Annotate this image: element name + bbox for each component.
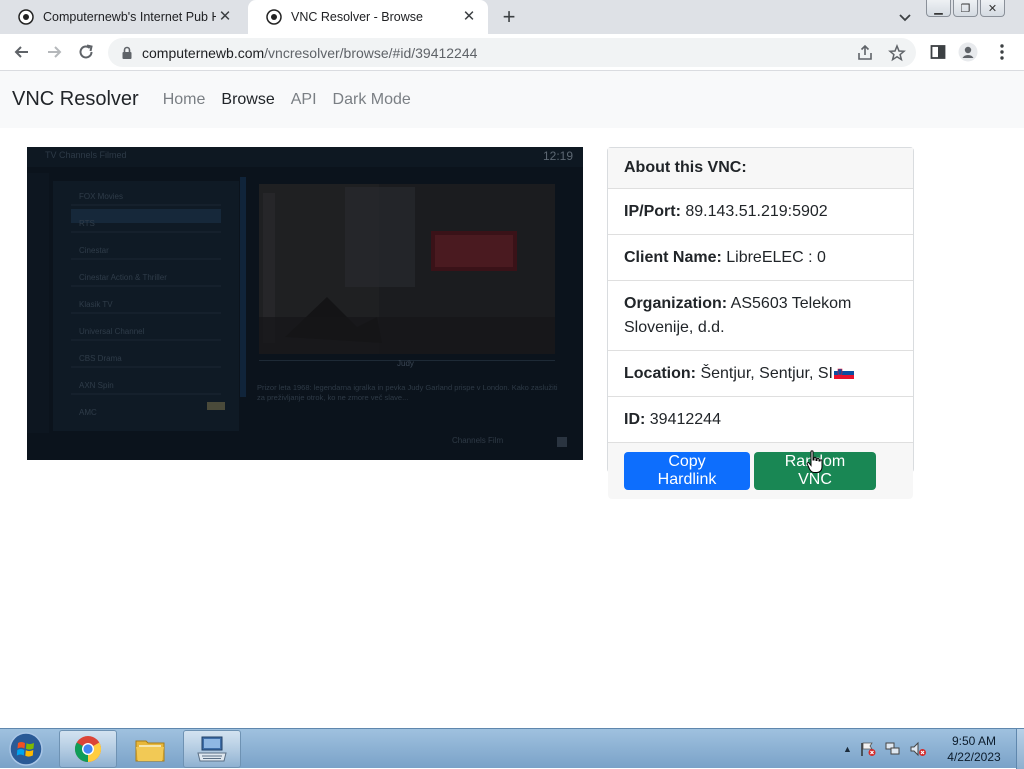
ip-port-value: 89.143.51.219:5902 [685,203,828,220]
volume-muted-icon[interactable] [909,741,927,757]
taskbar-clock[interactable]: 9:50 AM 4/22/2023 [936,733,1012,765]
taskbar-chrome[interactable] [59,730,117,768]
kodi-channel: Klasik TV [79,300,113,309]
restore-icon[interactable]: ❐ [953,0,978,17]
windows-logo-icon [9,732,43,766]
close-window-icon[interactable]: ✕ [980,0,1005,17]
organization-label: Organization: [624,295,728,312]
vnc-info-card: About this VNC: IP/Port: 89.143.51.219:5… [607,147,914,499]
clock-date: 4/22/2023 [947,750,1001,764]
nav-link-api[interactable]: API [291,91,317,109]
kodi-top-menu: TV Channels Filmed [45,150,127,160]
start-button[interactable] [6,731,46,767]
back-arrow-icon[interactable] [12,42,32,62]
slovenia-flag-icon [833,363,854,379]
nav-link-browse[interactable]: Browse [221,91,274,109]
minimize-icon[interactable]: ▁ [926,0,951,17]
location-value: Šentjur, Sentjur, SI [700,365,833,382]
address-bar[interactable]: computernewb.com/vncresolver/browse/#id/… [108,38,916,67]
location-row: Location: Šentjur, Sentjur, SI [608,351,913,397]
kodi-channel: AMC [79,408,97,417]
folder-icon [135,740,165,762]
tab-title: Computernewb's Internet Pub Hub [43,10,216,24]
hand-cursor-icon [806,450,824,474]
clock-time: 9:50 AM [951,734,997,748]
url-path: /vncresolver/browse/#id/39412244 [264,44,478,61]
site-brand[interactable]: VNC Resolver [12,88,139,111]
new-tab-plus-icon[interactable]: + [498,6,520,28]
url-text: computernewb.com/vncresolver/browse/#id/… [142,45,477,61]
show-hidden-icons-chevron-icon[interactable]: ▲ [843,744,852,754]
nav-link-home[interactable]: Home [163,91,206,109]
kodi-footer-text: Channels Film [452,436,504,445]
id-row: ID: 39412244 [608,397,913,443]
browser-toolbar: computernewb.com/vncresolver/browse/#id/… [0,34,1024,71]
kodi-channel: Universal Channel [79,327,145,336]
client-name-label: Client Name: [624,249,722,266]
kodi-program-title: Judy [397,359,414,368]
kodi-channel: Cinestar Action & Thriller [79,273,167,282]
client-name-value: LibreELEC : 0 [726,249,826,266]
close-tab-icon[interactable]: ✕ [460,8,478,26]
nav-link-dark-mode[interactable]: Dark Mode [333,91,411,109]
ip-port-label: IP/Port: [624,203,681,220]
windows-taskbar: ▲ 9:50 AM 4/22/2023 [0,728,1024,769]
keyboard-monitor-icon [197,736,227,762]
tab-title: VNC Resolver - Browse [291,10,423,24]
browser-tab-strip: Computernewb's Internet Pub Hub ✕ VNC Re… [0,0,1024,34]
kodi-channel: Cinestar [79,246,109,255]
ip-port-row: IP/Port: 89.143.51.219:5902 [608,189,913,235]
site-navbar: VNC Resolver Home Browse API Dark Mode [0,71,1024,128]
client-name-row: Client Name: LibreELEC : 0 [608,235,913,281]
vnc-screenshot: TV Channels Filmed 12:19 FOX Movies RTS … [27,147,583,460]
window-controls: ▁ ❐ ✕ [926,0,1005,17]
tab-search-chevron-icon[interactable] [896,8,914,26]
organization-row: Organization: AS5603 Telekom Slovenije, … [608,281,913,351]
kodi-channel: CBS Drama [79,354,122,363]
card-footer: Copy Hardlink Random VNC [608,443,913,499]
close-tab-icon[interactable]: ✕ [216,8,234,26]
lock-icon[interactable] [120,46,134,60]
share-icon[interactable] [856,38,874,67]
forward-arrow-icon[interactable] [44,42,64,62]
id-value: 39412244 [649,411,721,428]
reload-icon[interactable] [76,42,96,62]
location-label: Location: [624,365,696,382]
kodi-channel-list: FOX Movies RTS Cinestar Cinestar Action … [79,183,209,426]
kebab-menu-icon[interactable] [992,42,1012,62]
network-icon[interactable] [884,741,902,757]
id-label: ID: [624,411,646,428]
card-header: About this VNC: [608,148,913,189]
browser-tab-vnc-resolver[interactable]: VNC Resolver - Browse ✕ [248,0,488,34]
profile-avatar-icon[interactable] [958,42,978,62]
side-panel-icon[interactable] [928,42,948,62]
show-desktop-button[interactable] [1016,729,1024,769]
system-tray: ▲ [843,729,927,769]
chrome-icon [74,736,102,763]
kodi-program-description: Prizor leta 1968: legendarna igralka in … [257,383,558,402]
action-center-flag-icon[interactable] [859,741,877,757]
taskbar-remote-app[interactable] [183,730,241,768]
kodi-clock: 12:19 [543,149,574,163]
url-domain: computernewb.com [142,44,265,61]
kodi-channel: AXN Spin [79,381,114,390]
bookmark-star-icon[interactable] [888,38,906,67]
kodi-channel: FOX Movies [79,192,124,201]
kodi-channel: RTS [79,219,95,228]
computernewb-favicon-icon [18,9,34,25]
browser-tab-pub-hub[interactable]: Computernewb's Internet Pub Hub ✕ [0,0,244,34]
copy-hardlink-button[interactable]: Copy Hardlink [624,452,750,490]
computernewb-favicon-icon [266,9,282,25]
taskbar-explorer[interactable] [121,730,179,768]
